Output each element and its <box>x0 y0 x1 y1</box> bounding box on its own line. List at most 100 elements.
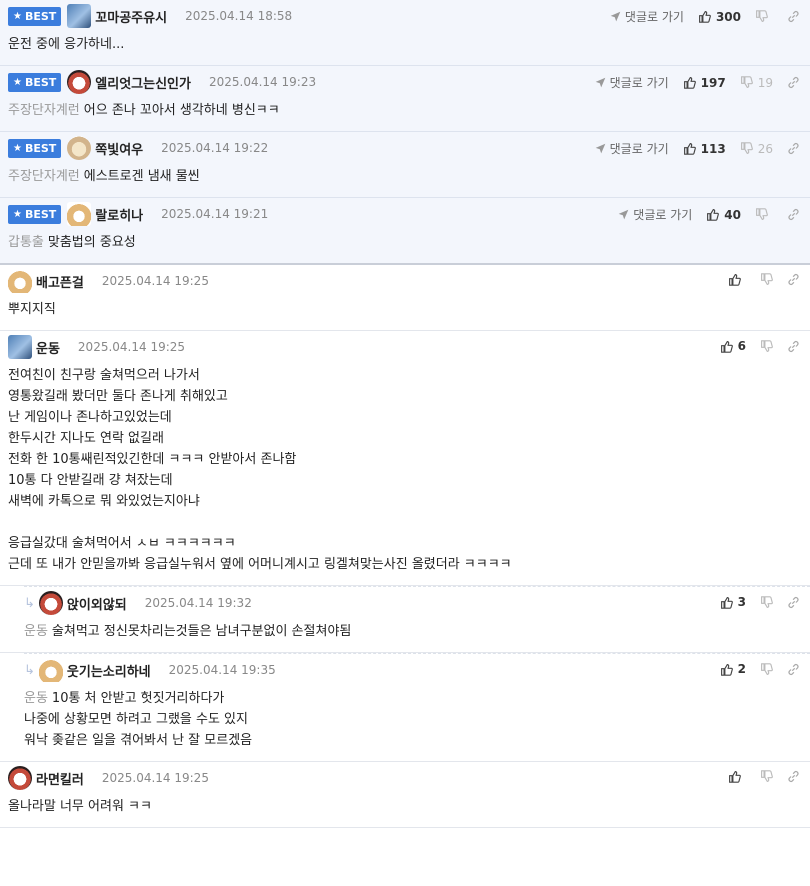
nickname[interactable]: 쪽빛여우 <box>95 139 143 158</box>
comment-actions: 3 <box>720 595 800 609</box>
comment-header: 운동 2025.04.14 19:25 <box>8 331 810 363</box>
link-icon[interactable] <box>787 663 800 676</box>
link-icon[interactable] <box>787 770 800 783</box>
upvote-button[interactable]: 2 <box>720 662 746 676</box>
comment-line: 뿌지지직 <box>8 299 810 320</box>
nickname[interactable]: 웃기는소리하네 <box>67 661 151 680</box>
reply-target-tag[interactable]: 주장단자계런 <box>8 169 80 184</box>
reply-target-tag[interactable]: 주장단자계런 <box>8 103 80 118</box>
upvote-button[interactable] <box>728 273 746 286</box>
comment-text: 올나라말 너무 어려워 ㅋㅋ <box>8 799 152 814</box>
nickname[interactable]: 엘리엇그는신인가 <box>95 73 191 92</box>
upvote-count: 3 <box>737 595 746 609</box>
upvote-count: 40 <box>724 207 741 222</box>
nickname[interactable]: 배고픈걸 <box>36 272 84 291</box>
avatar[interactable] <box>38 591 63 615</box>
downvote-button[interactable] <box>760 595 773 609</box>
comment-date: 2025.04.14 19:25 <box>77 340 186 354</box>
downvote-button[interactable] <box>760 273 773 286</box>
downvote-button[interactable] <box>760 339 773 353</box>
comment-line: 근데 또 내가 안믿을까봐 응급실누워서 옆에 어머니계시고 링겔쳐맞는사진 올… <box>8 554 810 575</box>
nickname[interactable]: 라면킬러 <box>36 769 84 788</box>
thumbs-down-icon <box>740 142 753 155</box>
reply-target-tag[interactable]: 갑통출 <box>8 235 44 250</box>
best-comment: ★ BEST 엘리엇그는신인가 2025.04.14 19:23 댓글로 가기 197 19… <box>0 66 810 132</box>
comment-body: 운전 중에 응가하네... <box>8 32 810 65</box>
send-icon <box>610 11 621 22</box>
avatar[interactable] <box>38 658 63 682</box>
best-label: BEST <box>24 207 57 221</box>
comment-text: 난 게임이나 존나하고있었는데 <box>8 410 172 425</box>
star-icon: ★ <box>13 208 22 220</box>
link-icon[interactable] <box>787 208 800 221</box>
comment-date: 2025.04.14 19:35 <box>168 663 276 677</box>
comment-body: 주장단자계런 에스트로겐 냄새 물씬 <box>8 164 810 197</box>
upvote-button[interactable]: 300 <box>698 10 741 24</box>
best-comment: ★ BEST 꼬마공주유시 2025.04.14 18:58 댓글로 가기 300 운전 중… <box>0 0 810 66</box>
comment-text: 워낙 좆같은 일을 겪어봐서 난 잘 모르겠음 <box>24 733 253 748</box>
link-icon[interactable] <box>787 76 800 89</box>
link-icon[interactable] <box>787 273 800 286</box>
go-to-reply-link[interactable]: 댓글로 가기 <box>595 140 669 157</box>
reply-arrow-icon: ↳ <box>24 595 35 611</box>
downvote-button[interactable] <box>755 10 773 23</box>
comment-body: 전여친이 친구랑 술쳐먹으러 나가서영통왔길래 봤더만 둘다 존나게 취해있고난… <box>8 363 810 585</box>
comment-text: 전여친이 친구랑 술쳐먹으러 나가서 <box>8 368 200 383</box>
nickname[interactable]: 운동 <box>36 338 60 357</box>
reply-target-tag[interactable]: 운동 <box>24 691 48 706</box>
best-label: BEST <box>24 9 57 23</box>
upvote-button[interactable]: 40 <box>706 208 741 222</box>
nickname[interactable]: 꼬마공주유시 <box>95 7 167 26</box>
comment-line: 운동 10통 처 안받고 헛짓거리하다가 <box>24 688 810 709</box>
thumbs-up-icon <box>683 76 696 89</box>
best-comment: ★ BEST 랄로히나 2025.04.14 19:21 댓글로 가기 40 갑통출 맞춤법의… <box>0 198 810 265</box>
comment-date: 2025.04.14 19:25 <box>101 771 209 785</box>
nickname[interactable]: 앉이외않되 <box>67 594 127 613</box>
thumbs-down-icon <box>760 273 773 286</box>
upvote-button[interactable]: 113 <box>683 142 726 156</box>
comment-line: 영통왔길래 봤더만 둘다 존나게 취해있고 <box>8 386 810 407</box>
avatar[interactable] <box>67 136 92 160</box>
thumbs-down-icon <box>760 662 773 676</box>
upvote-button[interactable]: 3 <box>720 595 746 609</box>
downvote-button[interactable]: 26 <box>740 142 773 156</box>
downvote-button[interactable] <box>755 208 773 221</box>
comment-line: 올나라말 너무 어려워 ㅋㅋ <box>8 796 810 817</box>
comment-text: 에스트로겐 냄새 물씬 <box>83 169 200 184</box>
downvote-button[interactable] <box>760 770 773 783</box>
reply-comment: ↳ 웃기는소리하네 2025.04.14 19:35 2 운동 10통 처 안받고 헛짓거… <box>0 653 810 762</box>
go-to-reply-link[interactable]: 댓글로 가기 <box>595 74 669 91</box>
thumbs-down-icon <box>740 76 753 89</box>
reply-target-tag[interactable]: 운동 <box>24 624 48 639</box>
downvote-button[interactable] <box>760 662 773 676</box>
comment-actions: 댓글로 가기 113 26 <box>595 140 800 157</box>
avatar[interactable] <box>67 70 92 94</box>
send-icon <box>595 77 606 88</box>
avatar[interactable] <box>67 4 92 28</box>
thumbs-up-icon <box>698 10 711 23</box>
comment-text: 술쳐먹고 정신못차리는것들은 남녀구분없이 손절쳐야됨 <box>51 624 352 639</box>
reply-link-label: 댓글로 가기 <box>609 142 669 156</box>
comment-text: 전화 한 10통쌔린적있긴한데 ㅋㅋㅋ 안받아서 존나함 <box>8 452 297 467</box>
upvote-button[interactable]: 6 <box>720 339 746 353</box>
comment-line: 한두시간 지나도 연락 없길래 <box>8 428 810 449</box>
thumbs-down-icon <box>760 595 773 609</box>
comment-text: 영통왔길래 봤더만 둘다 존나게 취해있고 <box>8 389 228 404</box>
avatar[interactable] <box>8 269 32 293</box>
avatar[interactable] <box>8 335 32 359</box>
downvote-button[interactable]: 19 <box>740 76 773 90</box>
link-icon[interactable] <box>787 10 800 23</box>
go-to-reply-link[interactable]: 댓글로 가기 <box>610 8 684 25</box>
upvote-button[interactable] <box>728 770 746 783</box>
avatar[interactable] <box>8 766 32 790</box>
star-icon: ★ <box>13 76 22 88</box>
go-to-reply-link[interactable]: 댓글로 가기 <box>618 206 692 223</box>
comment-actions <box>728 273 800 286</box>
link-icon[interactable] <box>787 596 800 609</box>
upvote-button[interactable]: 197 <box>683 76 726 90</box>
link-icon[interactable] <box>787 340 800 353</box>
avatar[interactable] <box>67 202 92 226</box>
link-icon[interactable] <box>787 142 800 155</box>
nickname[interactable]: 랄로히나 <box>95 205 143 224</box>
comment-header: 라면킬러 2025.04.14 19:25 <box>8 762 810 794</box>
